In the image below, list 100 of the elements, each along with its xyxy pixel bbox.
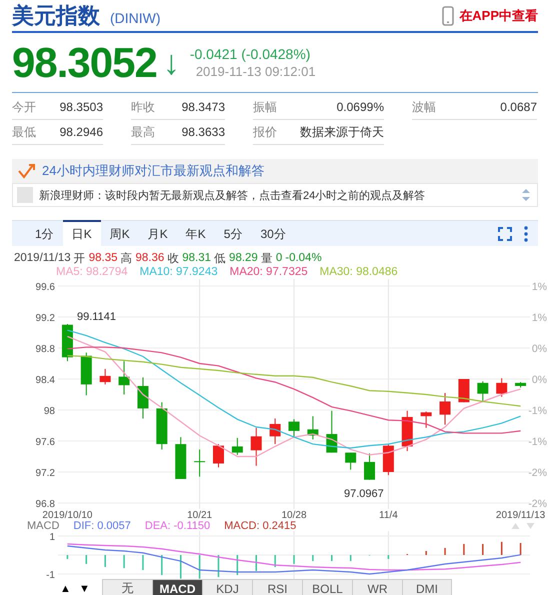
kline-change: -0.04% — [285, 252, 322, 264]
period-tab[interactable]: 1分 — [26, 220, 63, 246]
indicator-tab[interactable]: WR — [352, 579, 402, 595]
indicator-name: MACD — [27, 520, 60, 532]
field-label: 低 — [214, 252, 226, 266]
price-change: -0.0421 (-0.0428%) — [190, 46, 312, 62]
candlestick — [137, 376, 148, 420]
candlestick — [212, 444, 224, 468]
candlestick — [288, 418, 300, 437]
field-label: 收 — [167, 252, 180, 266]
candlestick — [326, 410, 338, 454]
price-value: 98.3052 — [12, 38, 157, 86]
candlestick — [345, 452, 356, 470]
stat-value: 98.3633 — [182, 125, 225, 139]
axis-label: 99.6 — [36, 282, 55, 293]
field-value: 98.29 — [229, 252, 258, 264]
stat-label: 振幅 — [253, 98, 277, 116]
page-title: 美元指数 — [12, 2, 100, 30]
period-tab[interactable]: 周K — [100, 220, 139, 246]
axis-label: -1% — [528, 405, 547, 417]
avatar — [17, 187, 33, 203]
axis-label: 1 — [49, 532, 55, 543]
stat-value: 0.0699% — [336, 100, 384, 114]
high-label: 99.1141 — [77, 311, 116, 323]
message-row[interactable]: 新浪理财师：该时段内暂无最新观点及解答，点击查看24小时之前的观点及解答 — [12, 183, 538, 207]
axis-label: -2% — [528, 467, 547, 479]
period-tab[interactable]: 日K — [62, 220, 101, 246]
axis-label: 98 — [44, 406, 55, 417]
stat-label: 昨收 — [131, 98, 155, 116]
candlestick — [364, 452, 376, 480]
field-value: 98.31 — [182, 252, 212, 264]
indicator-tab[interactable]: BOLL — [302, 579, 352, 595]
axis-label: 1% — [532, 312, 547, 324]
field-value: 98.35 — [88, 252, 118, 264]
ma-legend: MA10: 97.9243 — [140, 266, 218, 278]
axis-label: 11/4 — [379, 510, 398, 520]
trend-icon — [18, 163, 36, 179]
stat-label: 今开 — [12, 98, 36, 116]
candlestick — [402, 410, 413, 452]
axis-label: 99.2 — [36, 313, 55, 324]
period-tab[interactable]: 年K — [176, 220, 215, 246]
axis-label: 0% — [532, 343, 547, 355]
indicator-tab[interactable]: RSI — [252, 579, 302, 595]
kline-date: 2019/11/13 — [14, 252, 71, 264]
axis-label: 2019/11/13 — [496, 510, 546, 520]
indicator-value: MACD: 0.2415 — [224, 520, 296, 532]
ma-legend: MA20: 97.7325 — [230, 266, 308, 278]
more-icon[interactable] — [524, 226, 528, 242]
fullscreen-icon[interactable] — [498, 226, 512, 240]
indicator-value: DIF: 0.0057 — [73, 520, 131, 532]
field-value: 98.36 — [135, 252, 164, 264]
axis-label: 98.4 — [36, 375, 55, 386]
down-arrow-icon: ↓ — [162, 46, 180, 80]
candlestick — [496, 378, 508, 398]
stat-label: 最高 — [131, 124, 155, 140]
stat-value: 0.0687 — [500, 100, 537, 114]
axis-label: 0% — [532, 374, 547, 386]
indicator-value: DEA: -0.1150 — [144, 520, 210, 532]
period-tab[interactable]: 月K — [138, 220, 177, 246]
axis-label: 10/21 — [187, 510, 212, 520]
axis-label: 97.2 — [36, 468, 55, 479]
ma-legend: MA5: 98.2794 — [56, 266, 128, 278]
indicator-tab[interactable]: KDJ — [202, 579, 252, 595]
candlestick — [62, 323, 73, 362]
quote-time: 2019-11-13 09:12:01 — [196, 64, 316, 79]
stat-label: 波幅 — [412, 98, 436, 116]
scroll-arrows-icon[interactable] — [521, 187, 531, 203]
candlestick — [440, 392, 451, 426]
candlestick — [175, 436, 186, 480]
axis-label: 2019/10/10 — [42, 510, 92, 520]
axis-label: 98.8 — [36, 344, 55, 355]
field-label: 高 — [120, 251, 132, 266]
stat-value: 数据来源于倚天 — [300, 124, 384, 140]
stat-label: 最低 — [12, 124, 36, 140]
app-link[interactable]: 在APP中查看 — [459, 6, 538, 24]
candlestick — [382, 444, 394, 476]
candlestick — [156, 402, 168, 450]
message-text: 新浪理财师：该时段内暂无最新观点及解答，点击查看24小时之前的观点及解答 — [39, 188, 426, 202]
candlestick — [80, 352, 92, 396]
candlestick — [100, 368, 111, 385]
indicator-tab[interactable]: MACD — [152, 579, 202, 595]
axis-label: 1% — [532, 281, 547, 293]
indicator-tab[interactable]: 无 — [102, 579, 152, 595]
stat-value: 98.2946 — [60, 125, 103, 139]
field-value: 0 — [276, 252, 282, 264]
axis-label: 96.8 — [36, 499, 55, 510]
candlestick — [458, 378, 470, 403]
down-icon[interactable] — [526, 522, 535, 530]
candlestick — [118, 360, 130, 395]
axis-label: -1 — [46, 570, 55, 579]
field-label: 开 — [74, 252, 86, 266]
up-icon[interactable] — [511, 522, 520, 530]
period-tab[interactable]: 30分 — [251, 220, 295, 246]
expert-link[interactable]: 24小时内理财师对汇市最新观点和解答 — [42, 162, 264, 180]
candlestick — [250, 427, 262, 466]
stat-label: 报价 — [253, 124, 277, 140]
axis-label: 97.6 — [36, 437, 55, 448]
indicator-tab[interactable]: DMI — [402, 579, 452, 595]
phone-icon — [442, 6, 454, 26]
period-tab[interactable]: 5分 — [214, 220, 252, 246]
